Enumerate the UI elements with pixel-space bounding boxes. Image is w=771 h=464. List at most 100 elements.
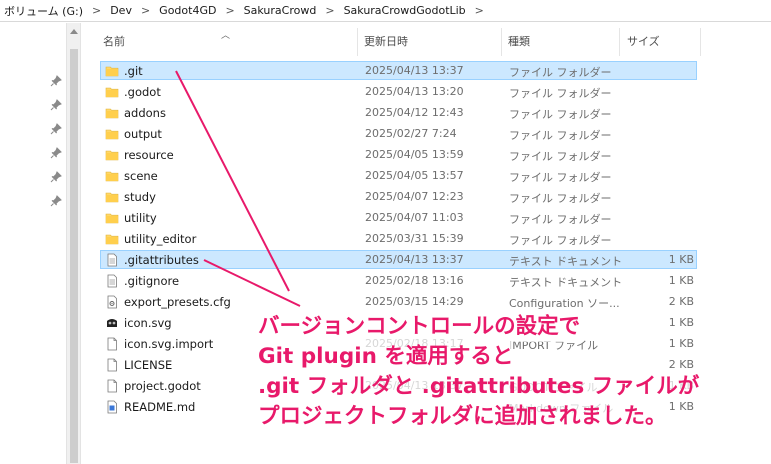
pin-icon[interactable]	[50, 123, 62, 135]
chevron-right-icon[interactable]: >	[92, 4, 101, 17]
column-divider[interactable]	[700, 28, 701, 56]
file-type: ファイル フォルダー	[509, 150, 612, 163]
file-name: icon.svg	[124, 316, 172, 330]
file-name: utility_editor	[124, 232, 197, 246]
file-type: ファイル フォルダー	[509, 234, 612, 247]
pin-icon[interactable]	[50, 99, 62, 111]
file-date: 2025/03/31 15:39	[365, 232, 464, 245]
folder-row[interactable]: resource 2025/04/05 13:59 ファイル フォルダー	[100, 145, 697, 164]
address-breadcrumb[interactable]: ボリューム (G:) > Dev > Godot4GD > SakuraCrow…	[0, 0, 771, 22]
chevron-right-icon[interactable]: >	[225, 4, 234, 17]
column-headers: ︿ 名前 更新日時 種類 サイズ	[81, 28, 771, 56]
file-size: 1 KB	[668, 274, 694, 287]
column-header-name[interactable]: 名前	[103, 28, 125, 56]
file-name: scene	[124, 169, 158, 183]
scroll-up-icon[interactable]	[70, 29, 78, 34]
file-type: Configuration ソー...	[509, 297, 620, 310]
file-date: 2025/03/15 14:29	[365, 295, 464, 308]
file-type: テキスト ドキュメント	[509, 276, 623, 289]
folder-row[interactable]: .git 2025/04/13 13:37 ファイル フォルダー	[100, 61, 697, 80]
file-icon	[105, 358, 119, 372]
file-row[interactable]: .gitignore 2025/02/18 13:16 テキスト ドキュメント 1 K…	[100, 271, 697, 290]
file-name: .godot	[124, 85, 161, 99]
folder-icon	[105, 127, 119, 141]
folder-icon	[105, 64, 119, 78]
godot-svg-icon	[105, 316, 119, 330]
navigation-pane	[0, 23, 66, 464]
file-type: テキスト ドキュメント	[509, 255, 623, 268]
column-divider[interactable]	[357, 28, 358, 56]
folder-icon	[105, 169, 119, 183]
file-name: output	[124, 127, 162, 141]
breadcrumb-item[interactable]: ボリューム (G:)	[4, 3, 83, 19]
pin-icon[interactable]	[50, 75, 62, 87]
file-date: 2025/02/18 13:16	[365, 274, 464, 287]
file-type: ファイル フォルダー	[509, 129, 612, 142]
column-header-size[interactable]: サイズ	[627, 28, 660, 56]
file-size: 1 KB	[668, 253, 694, 266]
file-name: .gitignore	[124, 274, 180, 288]
file-name: study	[124, 190, 156, 204]
folder-icon	[105, 190, 119, 204]
annotation-line: バージョンコントロールの設定で	[258, 312, 581, 342]
chevron-right-icon[interactable]: >	[325, 4, 334, 17]
annotation-line: Git plugin を適用すると	[258, 342, 514, 372]
folder-row[interactable]: output 2025/02/27 7:24 ファイル フォルダー	[100, 124, 697, 143]
file-type: ファイル フォルダー	[509, 66, 612, 79]
file-name: .gitattributes	[124, 253, 199, 267]
breadcrumb-item[interactable]: SakuraCrowdGodotLib	[344, 4, 466, 17]
file-date: 2025/04/05 13:57	[365, 169, 464, 182]
file-date: 2025/02/27 7:24	[365, 127, 457, 140]
pin-icon[interactable]	[50, 147, 62, 159]
column-divider[interactable]	[619, 28, 620, 56]
folder-row[interactable]: addons 2025/04/12 12:43 ファイル フォルダー	[100, 103, 697, 122]
file-name: export_presets.cfg	[124, 295, 231, 309]
folder-row[interactable]: utility 2025/04/07 11:03 ファイル フォルダー	[100, 208, 697, 227]
folder-row[interactable]: .godot 2025/04/13 13:20 ファイル フォルダー	[100, 82, 697, 101]
file-icon	[105, 379, 119, 393]
file-icon	[105, 337, 119, 351]
folder-icon	[105, 106, 119, 120]
annotation-text: バージョンコントロールの設定で Git plugin を適用すると .git フ…	[258, 312, 728, 432]
folder-icon	[105, 85, 119, 99]
file-name: project.godot	[124, 379, 201, 393]
file-type: ファイル フォルダー	[509, 192, 612, 205]
breadcrumb-item[interactable]: SakuraCrowd	[244, 4, 317, 17]
file-name: utility	[124, 211, 157, 225]
folder-row[interactable]: utility_editor 2025/03/31 15:39 ファイル フォルダー	[100, 229, 697, 248]
file-name: addons	[124, 106, 166, 120]
file-name: README.md	[124, 400, 196, 414]
file-name: resource	[124, 148, 174, 162]
folder-row[interactable]: scene 2025/04/05 13:57 ファイル フォルダー	[100, 166, 697, 185]
scrollbar-thumb[interactable]	[70, 49, 78, 463]
nav-scrollbar[interactable]	[66, 23, 81, 464]
column-header-type[interactable]: 種類	[508, 28, 530, 56]
breadcrumb-item[interactable]: Dev	[110, 4, 132, 17]
file-row[interactable]: export_presets.cfg 2025/03/15 14:29 Config…	[100, 292, 697, 311]
breadcrumb-item[interactable]: Godot4GD	[159, 4, 216, 17]
chevron-right-icon[interactable]: >	[475, 4, 484, 17]
folder-row[interactable]: study 2025/04/07 12:23 ファイル フォルダー	[100, 187, 697, 206]
config-file-icon	[105, 295, 119, 309]
chevron-right-icon[interactable]: >	[141, 4, 150, 17]
pin-icon[interactable]	[50, 195, 62, 207]
pin-icon[interactable]	[50, 171, 62, 183]
file-type: ファイル フォルダー	[509, 171, 612, 184]
folder-icon	[105, 211, 119, 225]
text-file-icon	[105, 253, 119, 267]
annotation-line: .git フォルダと .gitattributes ファイルが	[258, 372, 700, 402]
column-header-date[interactable]: 更新日時	[364, 28, 408, 56]
file-type: ファイル フォルダー	[509, 108, 612, 121]
file-date: 2025/04/07 11:03	[365, 211, 464, 224]
file-name: LICENSE	[124, 358, 173, 372]
file-date: 2025/04/12 12:43	[365, 106, 464, 119]
file-row[interactable]: .gitattributes 2025/04/13 13:37 テキスト ドキュメン…	[100, 250, 697, 269]
folder-icon	[105, 148, 119, 162]
folder-icon	[105, 232, 119, 246]
annotation-line: プロジェクトフォルダに追加されました。	[258, 402, 667, 432]
file-date: 2025/04/07 12:23	[365, 190, 464, 203]
file-type: ファイル フォルダー	[509, 87, 612, 100]
column-divider[interactable]	[501, 28, 502, 56]
file-type: ファイル フォルダー	[509, 213, 612, 226]
file-date: 2025/04/13 13:37	[365, 253, 464, 266]
